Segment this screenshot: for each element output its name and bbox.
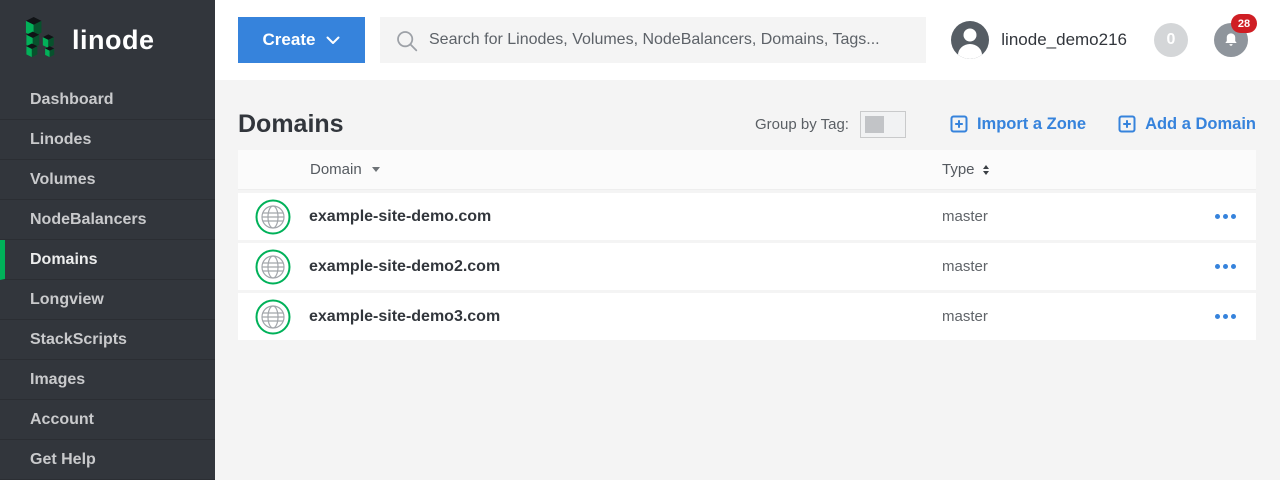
domain-cell: example-site-demo2.com (238, 249, 942, 285)
sidebar-item-volumes[interactable]: Volumes (0, 160, 215, 200)
plus-square-icon (1118, 115, 1136, 133)
main-content: Domains Group by Tag: Import a Zone (215, 80, 1280, 480)
create-button[interactable]: Create (238, 17, 365, 63)
sidebar-item-stackscripts[interactable]: StackScripts (0, 320, 215, 360)
add-a-domain-label: Add a Domain (1145, 115, 1256, 134)
domain-type: master (942, 208, 1200, 225)
row-actions-ellipsis-icon[interactable] (1200, 264, 1256, 269)
search-icon (394, 28, 419, 53)
sidebar-item-label: Longview (30, 291, 104, 309)
sidebar-item-label: Linodes (30, 131, 91, 149)
sidebar-item-longview[interactable]: Longview (0, 280, 215, 320)
page-title: Domains (238, 110, 344, 139)
chevron-down-icon (326, 36, 340, 45)
logo-wordmark: linode (72, 25, 155, 56)
search-bar[interactable] (380, 17, 926, 63)
sidebar-item-label: StackScripts (30, 331, 127, 349)
username[interactable]: linode_demo216 (1001, 30, 1127, 50)
notifications-count-badge: 28 (1231, 14, 1257, 33)
sidebar-item-label: Account (30, 411, 94, 429)
table-row[interactable]: example-site-demo3.com master (238, 293, 1256, 340)
row-actions-ellipsis-icon[interactable] (1200, 314, 1256, 319)
import-a-zone-link[interactable]: Import a Zone (950, 115, 1086, 134)
sort-caret-down-icon (372, 167, 380, 172)
globe-icon (255, 299, 291, 335)
row-actions-ellipsis-icon[interactable] (1200, 214, 1256, 219)
table-row[interactable]: example-site-demo.com master (238, 193, 1256, 240)
domain-type: master (942, 258, 1200, 275)
sidebar-item-label: NodeBalancers (30, 211, 147, 229)
sidebar-item-linodes[interactable]: Linodes (0, 120, 215, 160)
page-header: Domains Group by Tag: Import a Zone (238, 108, 1256, 140)
domains-table: Domain Type (238, 150, 1256, 340)
sidebar-item-label: Domains (30, 251, 98, 269)
events-count-badge[interactable]: 0 (1154, 23, 1188, 57)
group-by-tag-toggle[interactable] (860, 111, 906, 138)
sort-up-down-icon (983, 165, 989, 175)
column-header-domain-label: Domain (310, 161, 362, 178)
column-header-domain[interactable]: Domain (238, 161, 942, 178)
table-row[interactable]: example-site-demo2.com master (238, 243, 1256, 290)
sidebar-item-label: Images (30, 371, 85, 389)
linode-cubes-icon (20, 16, 62, 65)
domain-name: example-site-demo2.com (309, 258, 500, 276)
linode-logo[interactable]: linode (0, 0, 215, 80)
sidebar-nav: Dashboard Linodes Volumes NodeBalancers … (0, 80, 215, 480)
user-avatar[interactable] (951, 21, 989, 59)
sidebar-item-label: Dashboard (30, 91, 114, 109)
table-header-row: Domain Type (238, 150, 1256, 190)
create-button-label: Create (263, 30, 316, 50)
sidebar-item-domains[interactable]: Domains (0, 240, 215, 280)
globe-icon (255, 249, 291, 285)
domain-cell: example-site-demo3.com (238, 299, 942, 335)
topbar: Create linode_demo216 0 (215, 0, 1280, 80)
sidebar-item-dashboard[interactable]: Dashboard (0, 80, 215, 120)
toggle-knob (865, 116, 884, 133)
plus-square-icon (950, 115, 968, 133)
search-input[interactable] (429, 31, 912, 49)
sidebar-item-account[interactable]: Account (0, 400, 215, 440)
notifications-button[interactable]: 28 (1214, 23, 1248, 57)
domain-name: example-site-demo3.com (309, 308, 500, 326)
table-body: example-site-demo.com master (238, 193, 1256, 340)
import-a-zone-label: Import a Zone (977, 115, 1086, 134)
sidebar-item-label: Get Help (30, 451, 96, 469)
globe-icon (255, 199, 291, 235)
column-header-type-label: Type (942, 161, 975, 178)
column-header-type[interactable]: Type (942, 161, 1200, 178)
group-by-tag-label: Group by Tag: (755, 116, 849, 133)
domain-cell: example-site-demo.com (238, 199, 942, 235)
sidebar-item-images[interactable]: Images (0, 360, 215, 400)
sidebar-item-label: Volumes (30, 171, 96, 189)
domain-type: master (942, 308, 1200, 325)
sidebar-item-nodebalancers[interactable]: NodeBalancers (0, 200, 215, 240)
domain-name: example-site-demo.com (309, 208, 491, 226)
add-a-domain-link[interactable]: Add a Domain (1118, 115, 1256, 134)
sidebar: linode Dashboard Linodes Volumes NodeBal… (0, 0, 215, 480)
sidebar-item-get-help[interactable]: Get Help (0, 440, 215, 480)
